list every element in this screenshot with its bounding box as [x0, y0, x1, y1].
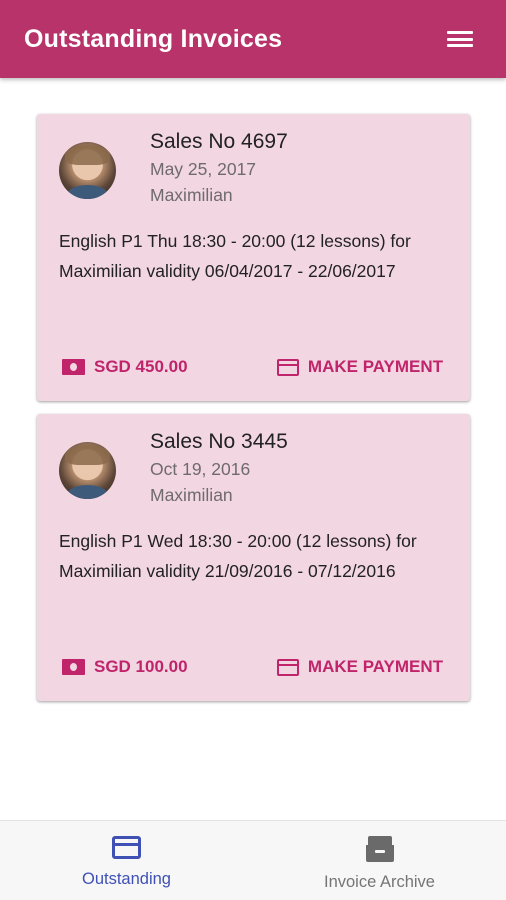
- money-icon: [62, 359, 85, 375]
- invoice-header: Sales No 3445 Oct 19, 2016 Maximilian: [150, 428, 288, 508]
- amount-value: SGD 100.00: [94, 657, 188, 676]
- bottom-navigation: Outstanding Invoice Archive: [0, 820, 506, 900]
- nav-item-invoice-archive[interactable]: Invoice Archive: [253, 821, 506, 900]
- nav-label: Outstanding: [82, 870, 171, 888]
- invoice-header: Sales No 4697 May 25, 2017 Maximilian: [150, 128, 288, 208]
- credit-card-icon: [276, 658, 299, 676]
- invoice-description: English P1 Wed 18:30 - 20:00 (12 lessons…: [59, 531, 417, 581]
- sales-number: Sales No 3445: [150, 430, 288, 453]
- make-payment-label: MAKE PAYMENT: [307, 357, 443, 376]
- nav-label: Invoice Archive: [324, 873, 435, 891]
- nav-item-outstanding[interactable]: Outstanding: [0, 821, 253, 900]
- student-name: Maximilian: [150, 185, 233, 205]
- make-payment-button[interactable]: MAKE PAYMENT: [276, 657, 443, 677]
- invoice-description: English P1 Thu 18:30 - 20:00 (12 lessons…: [59, 231, 411, 281]
- student-avatar: [59, 442, 116, 499]
- invoice-list: Sales No 4697 May 25, 2017 Maximilian En…: [37, 114, 470, 714]
- make-payment-label: MAKE PAYMENT: [307, 657, 443, 676]
- invoice-date: May 25, 2017: [150, 159, 257, 179]
- credit-card-icon: [276, 358, 299, 376]
- page-title: Outstanding Invoices: [24, 24, 283, 53]
- credit-card-icon: [112, 836, 141, 859]
- invoice-card: Sales No 4697 May 25, 2017 Maximilian En…: [37, 114, 470, 401]
- money-icon: [62, 659, 85, 675]
- invoice-amount: SGD 100.00: [62, 657, 188, 677]
- invoice-date: Oct 19, 2016: [150, 459, 251, 479]
- sales-number: Sales No 4697: [150, 130, 288, 153]
- invoice-card: Sales No 3445 Oct 19, 2016 Maximilian En…: [37, 414, 470, 701]
- student-avatar: [59, 142, 116, 199]
- hamburger-menu-icon[interactable]: [447, 28, 473, 50]
- student-name: Maximilian: [150, 485, 233, 505]
- archive-icon: [365, 836, 394, 862]
- invoice-amount: SGD 450.00: [62, 357, 188, 377]
- make-payment-button[interactable]: MAKE PAYMENT: [276, 357, 443, 377]
- amount-value: SGD 450.00: [94, 357, 188, 376]
- app-bar: Outstanding Invoices: [0, 0, 506, 78]
